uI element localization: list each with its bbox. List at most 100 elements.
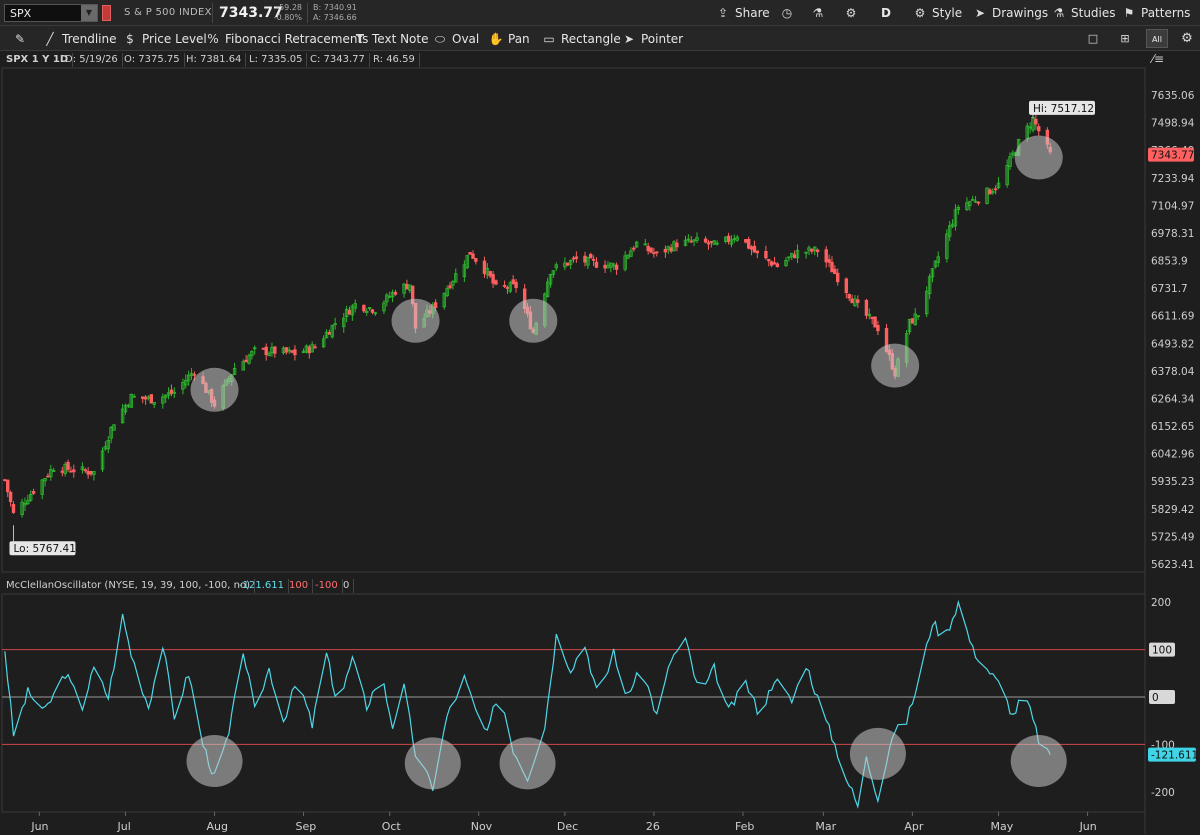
candle-body bbox=[847, 293, 851, 299]
candle-body bbox=[910, 318, 915, 324]
x-axis-tick: Mar bbox=[815, 820, 836, 833]
candle-body bbox=[749, 246, 754, 250]
candle-body bbox=[313, 346, 317, 349]
candle-body bbox=[752, 245, 757, 253]
price-pane-border bbox=[1, 67, 1146, 573]
candle-body bbox=[706, 242, 711, 245]
candle-body bbox=[264, 346, 268, 356]
oscillator-pane-border bbox=[1, 593, 1146, 813]
x-axis-tick: Aug bbox=[207, 820, 228, 833]
candle-body bbox=[571, 257, 576, 260]
price-axis-tick: 7233.94 bbox=[1151, 173, 1195, 185]
candle-body bbox=[603, 264, 607, 269]
price-axis-tick: 6978.31 bbox=[1151, 228, 1194, 240]
candle-body bbox=[31, 491, 36, 494]
price-axis-tick: 6853.9 bbox=[1151, 256, 1188, 268]
candle-body bbox=[72, 469, 76, 473]
candle-body bbox=[815, 249, 820, 253]
oval-highlight bbox=[190, 367, 239, 412]
candle-body bbox=[86, 470, 90, 475]
candle-body bbox=[844, 278, 849, 294]
candle-body bbox=[149, 394, 154, 404]
price-axis-tick: 6731.7 bbox=[1151, 283, 1188, 295]
candle-body bbox=[244, 359, 248, 363]
candle-body bbox=[856, 299, 860, 303]
price-axis-tick: 7104.97 bbox=[1151, 200, 1194, 212]
candle-body bbox=[764, 250, 768, 259]
candle-body bbox=[488, 271, 492, 277]
candle-body bbox=[511, 279, 515, 284]
candle-body bbox=[655, 251, 659, 254]
osc-axis-tick: 100 bbox=[1152, 645, 1172, 657]
candle-body bbox=[744, 239, 748, 243]
candle-body bbox=[6, 479, 10, 493]
oval-highlight bbox=[509, 298, 558, 343]
oval-highlight bbox=[871, 343, 920, 388]
price-axis-tick: 7498.94 bbox=[1151, 118, 1195, 130]
candle-body bbox=[769, 261, 774, 266]
candle-body bbox=[60, 470, 65, 473]
candle-body bbox=[876, 325, 880, 332]
candle-body bbox=[1034, 118, 1038, 125]
oval-highlight bbox=[404, 737, 461, 790]
osc-axis-tick: -200 bbox=[1151, 787, 1175, 799]
candle-body bbox=[772, 262, 777, 265]
price-axis-tick: 5725.49 bbox=[1151, 531, 1194, 543]
candle-body bbox=[709, 240, 714, 243]
candle-body bbox=[976, 201, 981, 204]
candle-body bbox=[810, 249, 814, 252]
candle-body bbox=[405, 283, 409, 290]
candle-body bbox=[393, 291, 398, 295]
price-axis-tick: 6264.34 bbox=[1151, 393, 1195, 405]
candle-body bbox=[307, 346, 311, 354]
osc-current-label: -121.611 bbox=[1151, 750, 1198, 762]
candle-body bbox=[66, 461, 70, 470]
candle-body bbox=[514, 281, 518, 289]
candle-body bbox=[471, 253, 475, 259]
price-axis-tick: 5829.42 bbox=[1151, 504, 1194, 516]
candle-body bbox=[491, 274, 495, 284]
candle-body bbox=[46, 475, 50, 478]
candle-body bbox=[502, 285, 507, 287]
candle-body bbox=[594, 261, 599, 268]
candle-body bbox=[632, 247, 636, 250]
chart-canvas[interactable]: 7635.067498.947366.497233.947104.976978.… bbox=[0, 0, 1200, 835]
candle-body bbox=[836, 272, 840, 283]
candle-body bbox=[675, 242, 679, 248]
candle-body bbox=[792, 254, 797, 259]
candle-body bbox=[3, 479, 7, 482]
candle-body bbox=[143, 396, 148, 400]
candle-body bbox=[468, 252, 472, 255]
candle-body bbox=[474, 258, 478, 262]
candle-body bbox=[663, 248, 668, 253]
x-axis-tick: Oct bbox=[382, 820, 402, 833]
x-axis-tick: Jul bbox=[116, 820, 130, 833]
candle-body bbox=[591, 258, 596, 261]
candle-body bbox=[1037, 126, 1041, 132]
price-axis-tick: 6378.04 bbox=[1151, 366, 1195, 378]
candle-body bbox=[192, 373, 197, 376]
candle-body bbox=[824, 249, 828, 263]
candle-body bbox=[767, 259, 771, 262]
candle-body bbox=[261, 347, 266, 350]
candle-body bbox=[83, 469, 87, 472]
candle-body bbox=[11, 503, 16, 513]
x-axis-tick: Dec bbox=[557, 820, 578, 833]
x-axis-tick: May bbox=[991, 820, 1014, 833]
candle-body bbox=[494, 280, 498, 285]
candle-body bbox=[755, 250, 759, 254]
x-axis-tick: Jun bbox=[30, 820, 48, 833]
high-label: Hi: 7517.12 bbox=[1033, 103, 1094, 115]
candle-body bbox=[433, 302, 438, 308]
candle-body bbox=[273, 346, 277, 354]
candle-body bbox=[870, 316, 874, 319]
candle-body bbox=[482, 260, 487, 274]
candle-body bbox=[589, 253, 593, 259]
candle-body bbox=[827, 259, 831, 263]
candle-body bbox=[746, 238, 751, 249]
price-axis-tick: 6493.82 bbox=[1151, 338, 1194, 350]
oval-highlight bbox=[1014, 135, 1063, 180]
candle-body bbox=[370, 309, 375, 313]
candle-body bbox=[646, 245, 650, 252]
candle-body bbox=[775, 263, 780, 268]
